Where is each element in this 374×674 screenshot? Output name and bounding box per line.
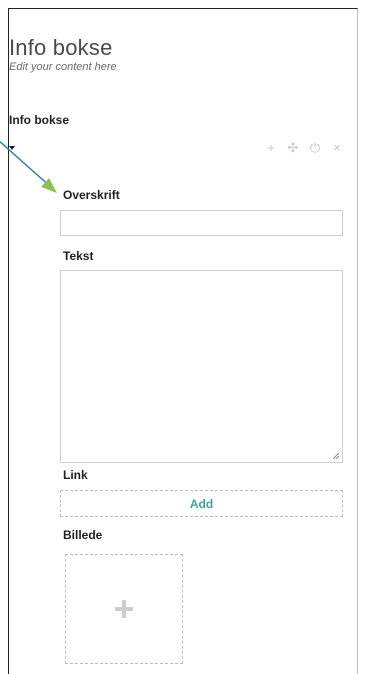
page-title: Info bokse: [9, 35, 113, 60]
image-label: Billede: [63, 528, 103, 542]
resize-handle-icon[interactable]: [332, 452, 340, 460]
add-image-plus-icon: [115, 600, 133, 618]
headline-label: Overskrift: [63, 188, 120, 202]
page-header: Info bokse Edit your content here: [9, 35, 117, 73]
text-textarea[interactable]: [60, 270, 343, 463]
power-icon[interactable]: ⏻: [309, 140, 321, 156]
text-label: Tekst: [63, 249, 94, 263]
block-label: Info bokse: [9, 113, 70, 127]
collapse-caret-icon[interactable]: [9, 146, 15, 150]
item-actions: + ✣ ⏻ ×: [265, 140, 343, 156]
editor-panel: Info bokse Edit your content here Info b…: [8, 8, 358, 674]
close-icon[interactable]: ×: [331, 140, 343, 156]
page-subtitle: Edit your content here: [9, 61, 117, 73]
image-picker[interactable]: [65, 554, 183, 664]
add-link-button[interactable]: Add: [60, 490, 343, 517]
move-icon[interactable]: ✣: [287, 140, 299, 156]
link-label: Link: [63, 468, 88, 482]
headline-input[interactable]: [60, 210, 343, 236]
plus-icon[interactable]: +: [265, 140, 277, 156]
page: Info bokse Edit your content here Info b…: [0, 0, 374, 674]
